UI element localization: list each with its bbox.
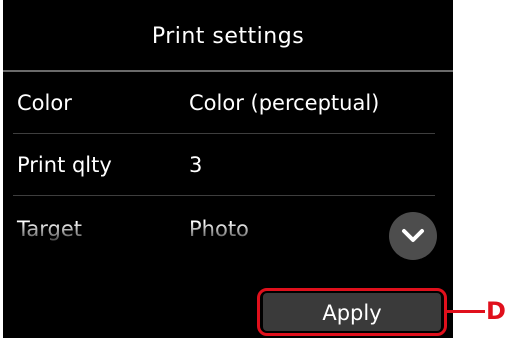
callout-line: [447, 310, 485, 313]
setting-row-print-quality[interactable]: Print qlty 3: [3, 134, 453, 196]
callout-label: D: [486, 297, 506, 325]
setting-row-color[interactable]: Color Color (perceptual): [3, 72, 453, 134]
apply-button[interactable]: Apply: [263, 293, 441, 331]
row-divider: [13, 195, 435, 196]
scroll-down-button[interactable]: [389, 212, 437, 260]
chevron-down-icon: [402, 229, 424, 242]
setting-value-print-quality: 3: [189, 153, 203, 177]
setting-label-color: Color: [17, 91, 72, 115]
setting-label-print-quality: Print qlty: [17, 153, 112, 177]
screen-title: Print settings: [151, 24, 305, 49]
list-fade-overlay: [3, 222, 453, 244]
setting-value-color: Color (perceptual): [189, 91, 380, 115]
